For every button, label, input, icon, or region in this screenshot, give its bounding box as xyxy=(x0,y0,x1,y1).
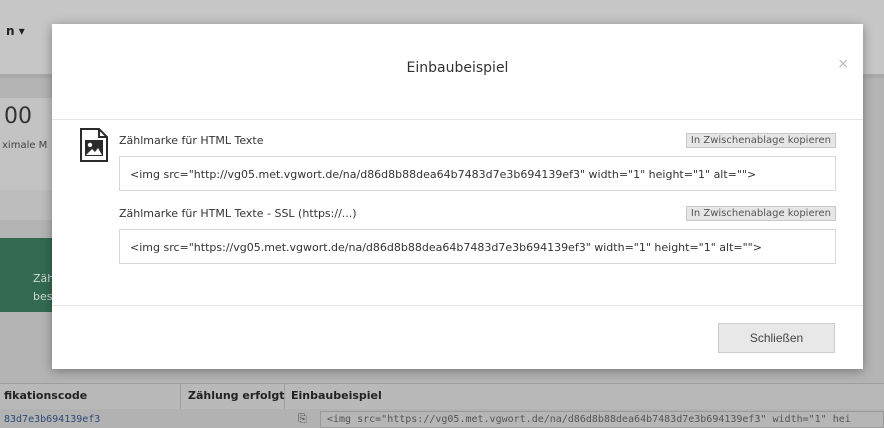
stat-caption: ximale M xyxy=(2,140,48,151)
close-button[interactable]: Schließen xyxy=(718,323,835,353)
modal-header: Einbaubeispiel × xyxy=(52,24,863,120)
table-cell-snippet: <img src="https://vg05.met.vgwort.de/na/… xyxy=(320,411,884,428)
column-header-counted: Zählung erfolgt xyxy=(188,389,285,402)
nav-menu-dropdown: n ▾ xyxy=(6,24,25,38)
copy-icon: ⎘ xyxy=(298,412,307,425)
modal-title: Einbaubeispiel xyxy=(406,60,509,76)
column-header-example: Einbaubeispiel xyxy=(291,389,382,402)
field-label-html: Zählmarke für HTML Texte xyxy=(119,134,264,147)
column-header-code: fikationscode xyxy=(4,389,88,402)
table-cell-code: 83d7e3b694139ef3 xyxy=(4,414,101,425)
embed-code-html-ssl[interactable]: <img src="https://vg05.met.vgwort.de/na/… xyxy=(119,229,836,264)
embed-code-html[interactable]: <img src="http://vg05.met.vgwort.de/na/d… xyxy=(119,156,836,191)
table-header xyxy=(0,383,884,409)
embed-example-modal: Einbaubeispiel × Zählmarke für HTML Text… xyxy=(52,24,863,369)
copy-to-clipboard-button[interactable]: In Zwischenablage kopieren xyxy=(685,133,836,148)
image-icon xyxy=(80,128,108,162)
stat-value: 00 xyxy=(4,104,32,129)
modal-footer: Schließen xyxy=(52,305,863,369)
copy-to-clipboard-ssl-button[interactable]: In Zwischenablage kopieren xyxy=(685,206,836,221)
close-icon[interactable]: × xyxy=(837,56,849,72)
green-panel-text-2: bes xyxy=(33,290,53,303)
field-label-html-ssl: Zählmarke für HTML Texte - SSL (https://… xyxy=(119,207,357,220)
panel-strip xyxy=(0,190,52,220)
